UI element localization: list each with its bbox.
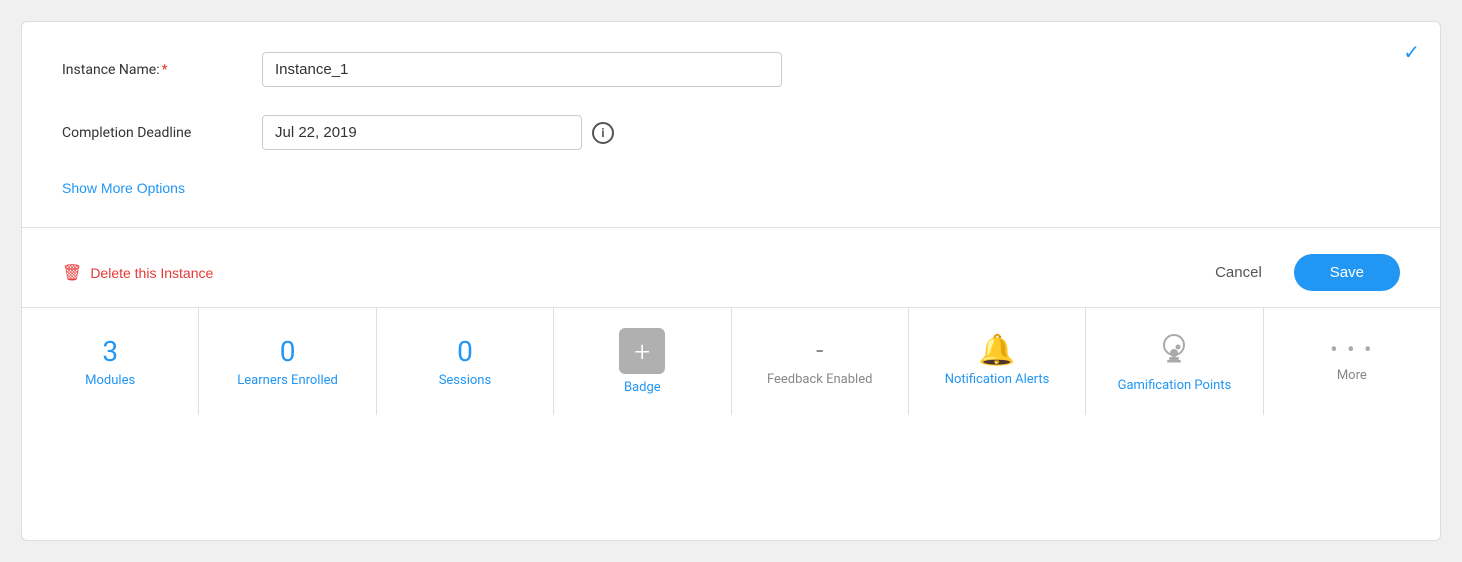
required-star: * xyxy=(162,62,168,78)
bottom-item-feedback[interactable]: - Feedback Enabled xyxy=(732,308,909,415)
show-more-options-row: Show More Options xyxy=(62,178,1400,197)
sessions-label: Sessions xyxy=(439,373,492,388)
learners-label: Learners Enrolled xyxy=(237,373,338,388)
action-row: 🗑 Delete this Instance Cancel Save xyxy=(22,238,1440,307)
completion-deadline-label: Completion Deadline xyxy=(62,125,262,141)
instance-name-input[interactable] xyxy=(262,52,782,87)
bottom-item-badge[interactable]: + Badge xyxy=(554,308,731,415)
info-icon: i xyxy=(592,122,614,144)
gamification-svg xyxy=(1156,331,1192,367)
sessions-count: 0 xyxy=(457,335,473,369)
bottom-item-more[interactable]: • • • More xyxy=(1264,308,1440,415)
show-more-label-text: Show More Options xyxy=(62,180,185,196)
save-button[interactable]: Save xyxy=(1294,254,1400,291)
delete-label-text: Delete this Instance xyxy=(90,265,213,281)
completion-deadline-label-text: Completion Deadline xyxy=(62,125,191,141)
badge-label: Badge xyxy=(624,380,661,395)
cancel-label-text: Cancel xyxy=(1215,264,1262,281)
feedback-value: - xyxy=(816,336,823,367)
completion-deadline-input[interactable] xyxy=(262,115,582,150)
badge-icon: + xyxy=(619,328,665,374)
chevron-collapse-button[interactable]: ✓ xyxy=(1403,40,1420,65)
instance-card: ✓ Instance Name:* Completion Deadline i … xyxy=(21,21,1441,541)
action-right-group: Cancel Save xyxy=(1199,254,1400,291)
section-divider xyxy=(22,227,1440,228)
feedback-label: Feedback Enabled xyxy=(767,372,873,387)
gamification-icon xyxy=(1156,331,1192,372)
cancel-button[interactable]: Cancel xyxy=(1199,256,1278,289)
bottom-item-sessions[interactable]: 0 Sessions xyxy=(377,308,554,415)
bell-icon: 🔔 xyxy=(978,336,1015,366)
instance-name-row: Instance Name:* xyxy=(62,52,1400,87)
completion-deadline-row: Completion Deadline i xyxy=(62,115,1400,150)
modules-count: 3 xyxy=(102,335,118,369)
bottom-item-gamification[interactable]: Gamification Points xyxy=(1086,308,1263,415)
more-dots-icon: • • • xyxy=(1330,340,1373,362)
bottom-item-modules[interactable]: 3 Modules xyxy=(22,308,199,415)
modules-label: Modules xyxy=(85,373,135,388)
learners-count: 0 xyxy=(280,335,296,369)
badge-plus-symbol: + xyxy=(634,335,650,368)
instance-name-label-text: Instance Name: xyxy=(62,62,160,78)
save-label-text: Save xyxy=(1330,264,1364,281)
show-more-options-button[interactable]: Show More Options xyxy=(62,180,185,196)
trash-icon: 🗑 xyxy=(62,263,82,283)
bottom-bar: 3 Modules 0 Learners Enrolled 0 Sessions… xyxy=(22,307,1440,415)
delete-instance-button[interactable]: 🗑 Delete this Instance xyxy=(62,263,213,283)
instance-name-label: Instance Name:* xyxy=(62,62,262,78)
bottom-item-learners[interactable]: 0 Learners Enrolled xyxy=(199,308,376,415)
notification-label: Notification Alerts xyxy=(945,372,1050,387)
gamification-label: Gamification Points xyxy=(1118,378,1232,393)
bottom-item-notification[interactable]: 🔔 Notification Alerts xyxy=(909,308,1086,415)
more-label: More xyxy=(1337,368,1367,383)
card-body: ✓ Instance Name:* Completion Deadline i … xyxy=(22,22,1440,217)
